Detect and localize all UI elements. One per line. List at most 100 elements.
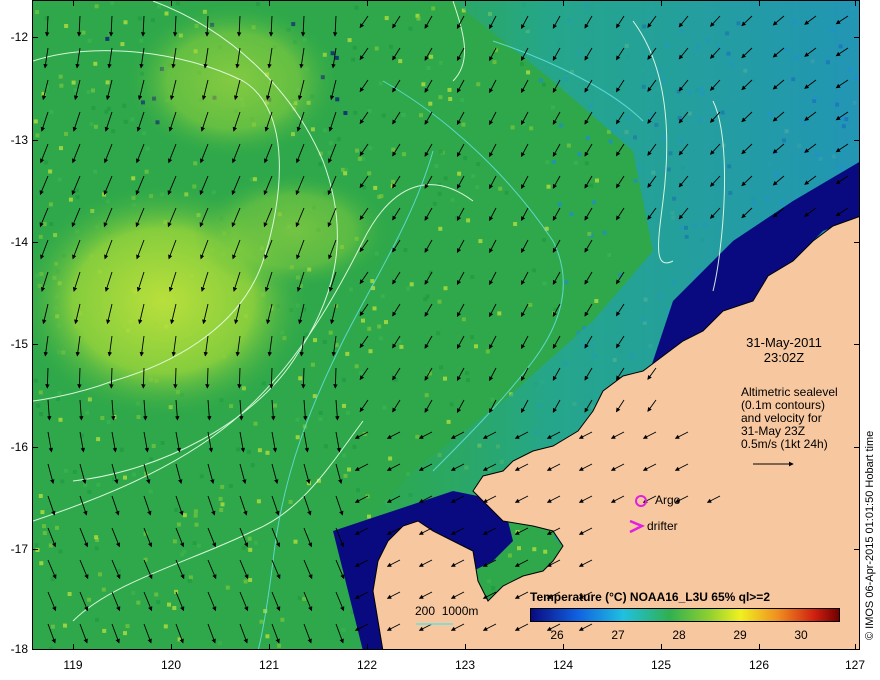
sst-pixel [368,349,373,354]
sst-pixel [93,124,98,129]
warm-eddy-central [193,171,393,291]
sst-pixel [329,140,333,145]
sst-pixel [96,437,101,442]
sst-pixel [35,10,40,15]
sst-pixel [71,80,76,85]
sst-pixel [384,16,389,21]
sst-pixel [361,318,365,323]
sst-pixel [401,113,406,117]
sst-pixel [93,61,98,66]
lat-tick [854,649,860,650]
sst-pixel [378,81,383,86]
sst-pixel [429,54,434,59]
sst-pixel [98,572,102,577]
sst-pixel [372,306,377,311]
sst-pixel [558,123,563,128]
sst-pixel [68,197,73,202]
credit-text: © IMOS 06-Apr-2015 01:01:50 Hobart time [864,430,876,640]
sst-pixel [241,546,246,550]
sst-pixel [151,18,155,23]
argo-label: Argo [655,493,681,507]
sst-pixel [466,218,471,223]
lat-tick [32,140,38,141]
sst-pixel [492,60,497,65]
sst-pixel [288,499,293,504]
sst-pixel [125,624,130,629]
sst-pixel [416,16,421,21]
sst-pixel [398,59,403,64]
sst-pixel [424,393,429,398]
sst-pixel [455,650,459,651]
sst-pixel [312,394,317,399]
warm-eddy-north [123,1,343,161]
sst-map[interactable]: 31-May-2011 23:02Z Altimetric sealevel (… [32,0,860,650]
sst-pixel [33,378,38,383]
sst-pixel [318,410,323,415]
sst-pixel [104,109,109,114]
sst-pixel [123,475,127,480]
lon-label: 126 [748,658,770,672]
sst-pixel [310,362,315,367]
lon-label: 127 [844,658,866,672]
sst-pixel [48,647,53,649]
sst-pixel [587,231,592,236]
sst-pixel [507,553,512,558]
lon-tick [465,0,466,6]
sst-pixel [149,457,153,462]
sst-pixel [40,510,45,515]
sst-pixel [58,417,63,422]
sst-pixel [322,339,327,344]
sst-pixel [42,222,47,227]
sst-pixel [431,6,436,11]
lon-label: 119 [63,658,83,672]
sst-pixel [327,150,332,155]
sst-pixel [141,131,146,136]
date-line: 31-May-2011 [746,335,822,350]
sst-pixel [236,447,240,452]
sst-pixel [532,547,537,552]
sst-pixel [542,281,547,286]
sst-pixel [95,617,99,622]
sst-pixel [519,62,524,67]
sst-pixel [50,624,55,629]
sst-pixel [475,185,480,190]
drifter-label: drifter [647,519,678,533]
sst-pixel [253,421,258,426]
lon-tick [563,644,564,650]
sst-pixel [470,275,475,279]
sst-pixel [59,83,64,88]
sst-pixel [585,136,590,140]
sst-pixel [120,42,125,47]
lat-label: -15 [10,337,28,351]
sst-pixel [42,524,46,529]
sst-pixel [391,179,395,184]
sst-pixel [246,449,251,454]
sst-pixel [461,317,466,322]
colorbar-label: 26 [550,628,564,642]
sst-pixel [81,30,86,35]
sst-pixel [389,44,393,49]
sst-pixel [254,540,258,545]
sst-pixel [119,447,124,452]
sst-pixel [196,543,201,548]
sst-pixel [136,600,141,605]
sst-pixel [336,137,341,142]
sst-pixel [176,522,181,527]
sst-pixel [102,628,107,633]
sst-pixel [438,95,443,100]
sst-pixel [49,109,54,114]
sst-pixel [63,623,67,628]
sst-pixel [193,161,198,166]
sst-pixel [273,403,277,408]
sst-pixel [343,171,348,176]
sst-pixel [91,88,95,93]
sst-pixel [551,160,556,164]
sst-pixel [594,299,599,303]
lon-tick [661,644,662,650]
sst-pixel [33,119,38,124]
sst-pixel [219,508,224,512]
sst-pixel [498,186,503,191]
map-canvas [33,1,859,651]
sst-pixel [105,80,110,85]
sst-pixel [371,648,376,649]
